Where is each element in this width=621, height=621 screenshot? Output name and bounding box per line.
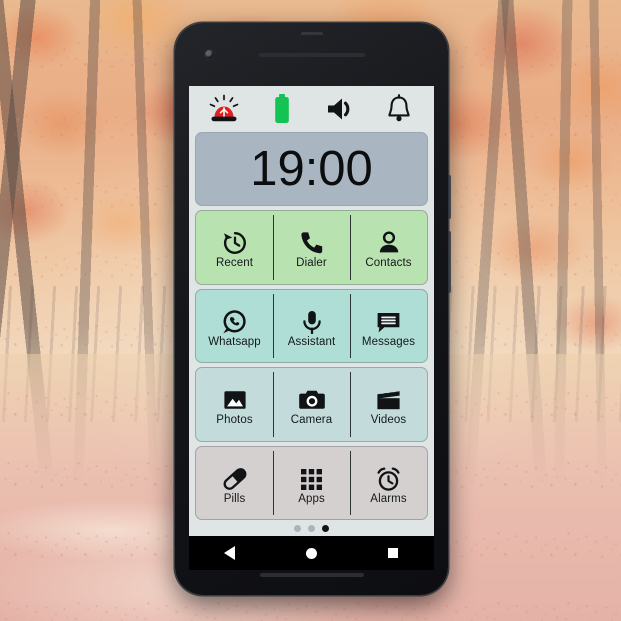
phone-device: 19:00 Recent Dialer Contacts Whatsapp As…	[175, 23, 451, 595]
earpiece-speaker	[258, 53, 365, 57]
row-utilities: Pills Apps Alarms	[195, 445, 428, 520]
power-button[interactable]	[447, 175, 451, 219]
tile-label: Whatsapp	[208, 335, 261, 348]
tile-label: Alarms	[370, 492, 407, 505]
volume-button[interactable]	[447, 231, 451, 293]
tile-label: Dialer	[296, 257, 327, 269]
tile-label: Pills	[223, 492, 246, 505]
tile-messages[interactable]: Messages	[350, 290, 427, 363]
tile-label: Apps	[298, 492, 325, 505]
whatsapp-icon	[221, 306, 248, 335]
tile-alarms[interactable]: Alarms	[350, 447, 427, 520]
page-dot-1[interactable]	[294, 524, 301, 532]
video-clapper-icon	[375, 384, 402, 413]
page-dot-3[interactable]	[322, 524, 329, 532]
tile-label: Camera	[290, 414, 333, 426]
row-media: Photos Camera Videos	[195, 367, 428, 442]
microphone-icon	[299, 306, 325, 335]
status-bar	[189, 86, 434, 132]
message-icon	[375, 306, 402, 335]
row-communication: Recent Dialer Contacts	[195, 210, 428, 285]
pill-icon	[221, 463, 249, 492]
screenshot-scene: 19:00 Recent Dialer Contacts Whatsapp As…	[0, 0, 621, 621]
tile-label: Assistant	[287, 335, 336, 348]
tile-videos[interactable]: Videos	[350, 368, 427, 441]
clock-container: 19:00	[189, 132, 434, 210]
home-circle-icon	[305, 547, 317, 559]
tile-label: Videos	[370, 414, 407, 426]
page-dot-2[interactable]	[308, 524, 315, 532]
tile-assistant[interactable]: Assistant	[273, 290, 350, 363]
front-camera-icon	[205, 50, 214, 59]
recents-square-icon	[388, 548, 399, 558]
battery-icon[interactable]	[259, 89, 305, 129]
tile-label: Recent	[215, 257, 254, 269]
phone-screen: 19:00 Recent Dialer Contacts Whatsapp As…	[189, 86, 434, 536]
history-icon	[222, 227, 248, 256]
home-button[interactable]	[290, 540, 332, 566]
grid-apps-icon	[299, 463, 324, 492]
camera-icon	[298, 384, 326, 413]
tile-whatsapp[interactable]: Whatsapp	[196, 290, 273, 363]
recents-button[interactable]	[372, 540, 414, 566]
page-indicator	[189, 520, 434, 536]
alarm-clock-icon	[375, 463, 402, 492]
tile-label: Photos	[216, 414, 253, 426]
row-messaging: Whatsapp Assistant Messages	[195, 288, 428, 363]
person-icon	[376, 227, 402, 256]
bell-icon[interactable]	[376, 89, 422, 129]
android-navigation-bar	[189, 536, 434, 570]
back-triangle-icon	[224, 546, 236, 560]
clock-widget[interactable]: 19:00	[195, 132, 428, 206]
back-button[interactable]	[209, 540, 251, 566]
tile-dialer[interactable]: Dialer	[273, 211, 350, 284]
tile-camera[interactable]: Camera	[273, 368, 350, 441]
emergency-siren-icon[interactable]	[201, 89, 247, 129]
tile-recent[interactable]: Recent	[196, 211, 273, 284]
bottom-speaker	[259, 573, 364, 577]
tile-contacts[interactable]: Contacts	[350, 211, 427, 284]
app-grid: Recent Dialer Contacts Whatsapp Assistan…	[189, 210, 434, 520]
tile-pills[interactable]: Pills	[196, 447, 273, 520]
clock-time: 19:00	[250, 141, 373, 196]
phone-icon	[299, 227, 325, 256]
top-microphone-slot	[300, 32, 323, 35]
photo-icon	[222, 384, 248, 413]
tile-apps[interactable]: Apps	[273, 447, 350, 520]
tile-photos[interactable]: Photos	[196, 368, 273, 441]
tile-label: Messages	[361, 335, 416, 348]
volume-icon[interactable]	[318, 89, 364, 129]
tile-label: Contacts	[365, 257, 412, 269]
